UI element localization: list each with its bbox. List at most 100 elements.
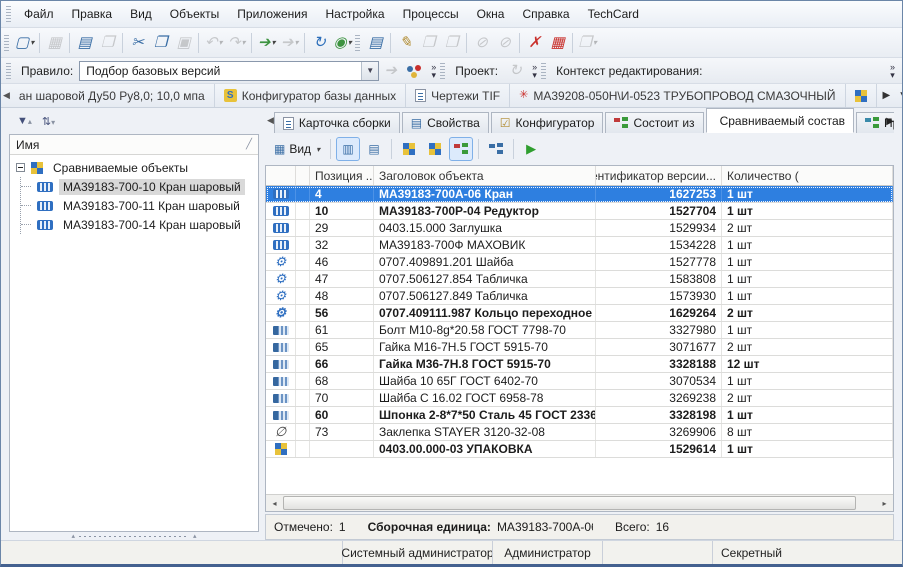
tab-compare-composition[interactable]: Сравниваемый состав	[706, 108, 854, 133]
tab-scroll-right-icon[interactable]: ▶	[886, 116, 894, 127]
header-position[interactable]: Позиция ...	[310, 166, 374, 185]
table-row[interactable]: 65 Гайка М16-7Н.5 ГОСТ 5915-70 3071677 2…	[266, 339, 893, 356]
menu-view[interactable]: Вид	[121, 4, 161, 24]
header-icon-column[interactable]	[266, 166, 296, 185]
chevron-down-icon[interactable]: ▼	[361, 62, 378, 80]
tree-item[interactable]: МА39183-700-14 Кран шаровый	[21, 215, 258, 234]
lock2-button[interactable]: ⊘	[493, 31, 516, 55]
table-row[interactable]: 68 Шайба 10 65Г ГОСТ 6402-70 3070534 1 ш…	[266, 373, 893, 390]
collapse-icon[interactable]	[16, 163, 25, 172]
overflow-button[interactable]: »▾	[529, 63, 540, 79]
properties-card-button[interactable]: ▤	[364, 31, 387, 55]
menu-windows[interactable]: Окна	[468, 4, 514, 24]
table-row[interactable]: 60 Шпонка 2-8*7*50 Сталь 45 ГОСТ 23360-7…	[266, 407, 893, 424]
horizontal-splitter-grip[interactable]: ▴ ▴	[9, 532, 259, 540]
table-row[interactable]: 66 Гайка М36-7Н.8 ГОСТ 5915-70 3328188 1…	[266, 356, 893, 373]
tab-properties[interactable]: ▤Свойства	[402, 112, 489, 133]
scroll-right-icon[interactable]: ▸	[876, 495, 893, 511]
tree-view-toggle[interactable]: ▥	[336, 137, 360, 161]
scroll-left-icon[interactable]: ◂	[266, 495, 283, 511]
hierarchy-button[interactable]	[484, 137, 508, 161]
paste-button[interactable]: ▣	[172, 31, 195, 55]
edit-button[interactable]: ✎	[394, 31, 417, 55]
delete-button[interactable]: ✗	[523, 31, 546, 55]
tab-assembly-card[interactable]: Карточка сборки	[274, 112, 400, 133]
toolbar-separator	[519, 33, 520, 53]
table-row[interactable]: 32 МА39183-700Ф МАХОВИК 1534228 1 шт	[266, 237, 893, 254]
copy-object-button[interactable]: ❐	[417, 31, 440, 55]
header-version-id[interactable]: Идентификатор версии...	[596, 166, 722, 185]
next-tab-icon[interactable]: ▶	[883, 90, 891, 101]
column-view-toggle[interactable]: ▤	[362, 137, 386, 161]
print-preview-button[interactable]: ❐	[96, 31, 119, 55]
doc-tab-valve[interactable]: ан шаровой Ду50 Ру8,0; 10,0 мпа	[10, 84, 215, 107]
doc-tab-compare[interactable]	[846, 84, 877, 107]
lock-button[interactable]: ⊘	[470, 31, 493, 55]
table-row[interactable]: 56 0707.409111.987 Кольцо переходное 162…	[266, 305, 893, 322]
menu-applications[interactable]: Приложения	[228, 4, 316, 24]
group-sort-icon[interactable]: ⇅▾	[42, 115, 55, 128]
scrollbar-thumb[interactable]	[283, 496, 856, 510]
overflow-button[interactable]: »▾	[428, 63, 439, 79]
menu-techcard[interactable]: TechCard	[579, 4, 648, 24]
new-document-button[interactable]: ▢▾	[13, 31, 36, 55]
menu-help[interactable]: Справка	[513, 4, 578, 24]
table-row[interactable]: 73 Заклепка STAYER 3120-32-08 3269906 8 …	[266, 424, 893, 441]
filter-sort-icon[interactable]: ▼▴	[17, 115, 32, 127]
tab-scroll-left-icon[interactable]: ◀	[3, 90, 10, 101]
print-button[interactable]: ▤	[73, 31, 96, 55]
tree-column-header[interactable]: Имя ╱	[10, 135, 258, 155]
compare-mode-button[interactable]	[397, 137, 421, 161]
menu-objects[interactable]: Объекты	[161, 4, 229, 24]
header-quantity[interactable]: Количество (	[722, 166, 893, 185]
apply-rule-button[interactable]: ➔	[379, 59, 402, 83]
copy-version-button[interactable]: ❐	[440, 31, 463, 55]
table-row[interactable]: 29 0403.15.000 Заглушка 1529934 2 шт	[266, 220, 893, 237]
menu-settings[interactable]: Настройка	[317, 4, 394, 24]
save-button[interactable]: ▦	[43, 31, 66, 55]
rule-objects-button[interactable]	[402, 59, 426, 83]
tree-root[interactable]: Сравниваемые объекты	[14, 158, 258, 177]
table-row[interactable]: 0403.00.000-03 УПАКОВКА 1529614 1 шт	[266, 441, 893, 458]
rule-combobox[interactable]: Подбор базовых версий ▼	[79, 61, 379, 81]
doc-tab-drawings[interactable]: Чертежи TIF	[406, 84, 510, 107]
header-title[interactable]: Заголовок объекта	[374, 166, 596, 185]
table-row[interactable]: 47 0707.506127.854 Табличка 1583808 1 шт	[266, 271, 893, 288]
table-row[interactable]: 10 МА39183-700Р-04 Редуктор 1527704 1 шт	[266, 203, 893, 220]
compare-mode2-button[interactable]	[423, 137, 447, 161]
run-compare-button[interactable]: ▶	[519, 137, 543, 161]
table-row[interactable]: 4 МА39183-700А-06 Кран 1627253 1 шт	[266, 186, 893, 203]
table-row[interactable]: 61 Болт М10-8g*20.58 ГОСТ 7798-70 332798…	[266, 322, 893, 339]
header-blank-column[interactable]	[296, 166, 310, 185]
menu-edit[interactable]: Правка	[63, 4, 122, 24]
tree-item[interactable]: МА39183-700-11 Кран шаровый	[21, 196, 258, 215]
overflow-button[interactable]: »▾	[887, 63, 898, 79]
horizontal-scrollbar[interactable]: ◂ ▸	[266, 494, 893, 511]
tab-scroll-left-icon[interactable]: ◀	[267, 115, 274, 126]
tab-consists-of[interactable]: Состоит из	[605, 112, 703, 133]
structure-toggle[interactable]	[449, 137, 473, 161]
view-button[interactable]: ▦ Вид ▾	[269, 137, 325, 161]
import-button[interactable]: ➔▾	[255, 31, 278, 55]
table-row[interactable]: 46 0707.409891.201 Шайба 1527778 1 шт	[266, 254, 893, 271]
doc-tab-pipeline[interactable]: ✳МА39208-050Н\И-0523 ТРУБОПРОВОД СМАЗОЧН…	[510, 84, 845, 107]
refresh-button[interactable]: ↻	[308, 31, 331, 55]
paste-special-button[interactable]: ❐▾	[576, 31, 599, 55]
undo-button[interactable]: ↶▾	[202, 31, 225, 55]
tab-configurator[interactable]: ☑Конфигуратор	[491, 112, 604, 133]
archive-button[interactable]: ▦	[546, 31, 569, 55]
copy-button[interactable]: ❐	[149, 31, 172, 55]
globe-button[interactable]: ◉▾	[331, 31, 354, 55]
project-refresh-button[interactable]: ↻	[504, 59, 527, 83]
tab-list-icon[interactable]: ▼	[898, 90, 902, 101]
table-row[interactable]: 70 Шайба С 16.02 ГОСТ 6958-78 3269238 2 …	[266, 390, 893, 407]
cut-button[interactable]: ✂	[126, 31, 149, 55]
export-button[interactable]: ➔▾	[278, 31, 301, 55]
collapse-right-icon: ▴	[193, 532, 197, 540]
doc-tab-configurator[interactable]: SКонфигуратор базы данных	[215, 84, 406, 107]
table-row[interactable]: 48 0707.506127.849 Табличка 1573930 1 шт	[266, 288, 893, 305]
redo-button[interactable]: ↷▾	[225, 31, 248, 55]
tree-item[interactable]: МА39183-700-10 Кран шаровый	[21, 177, 258, 196]
menu-file[interactable]: Файл	[15, 4, 63, 24]
menu-processes[interactable]: Процессы	[394, 4, 468, 24]
